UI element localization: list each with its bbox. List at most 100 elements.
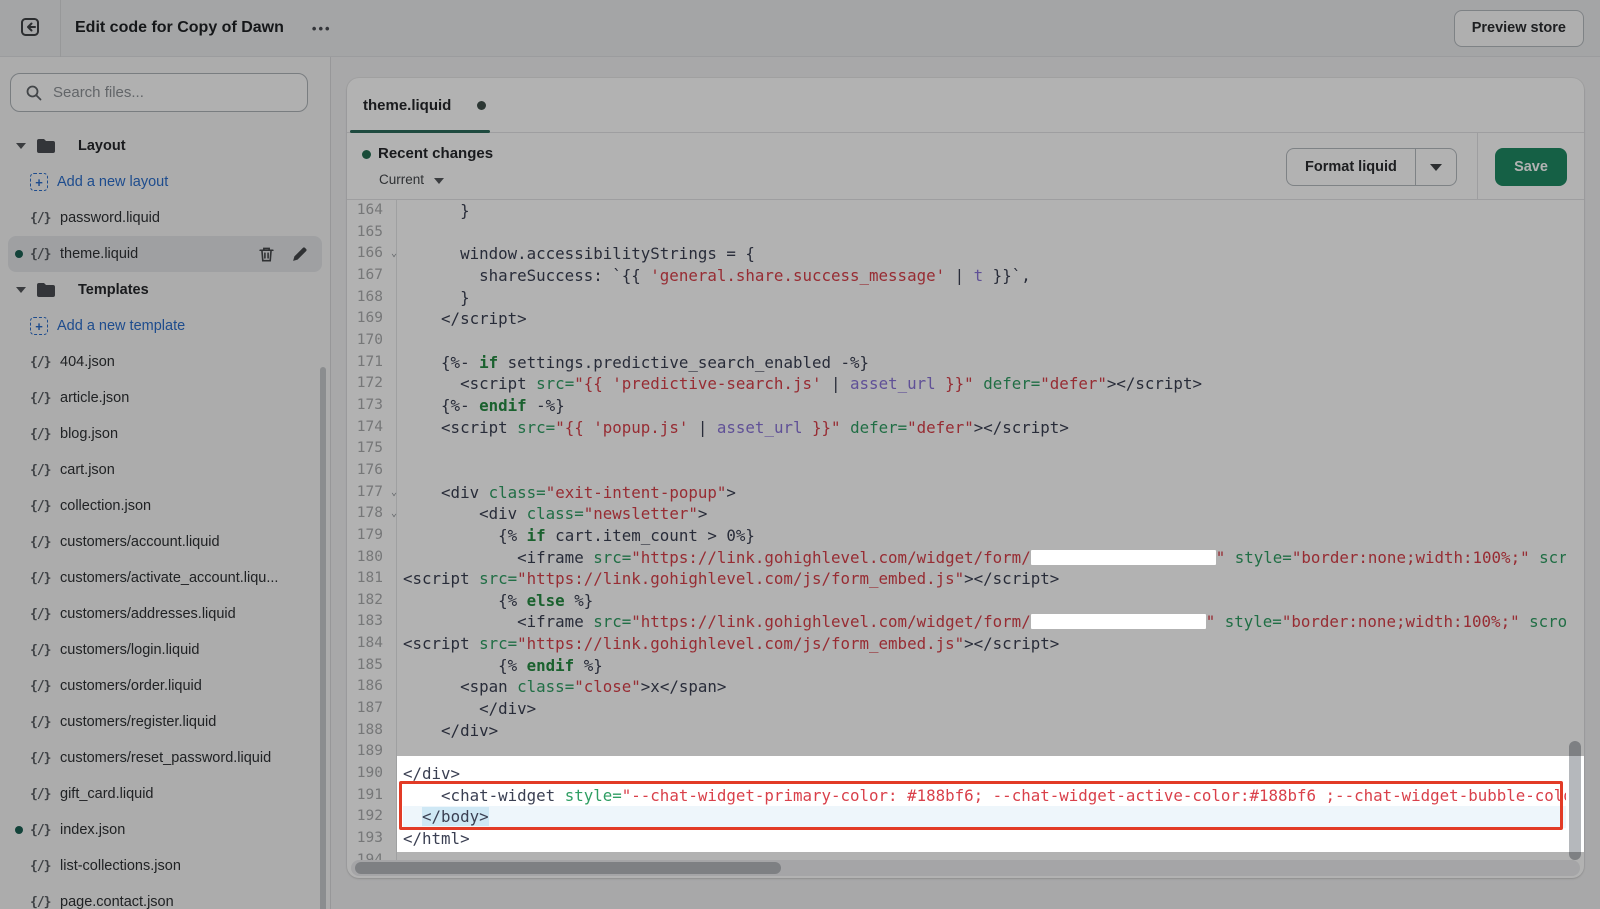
- exit-editor-button[interactable]: [10, 8, 50, 48]
- code-line-186[interactable]: <span class="close">x</span>: [403, 676, 1566, 698]
- fold-toggle-icon[interactable]: ⌄: [391, 243, 397, 265]
- code-line-190[interactable]: </div>: [403, 763, 1566, 785]
- code-line-187[interactable]: </div>: [403, 698, 1566, 720]
- code-line-182[interactable]: {% else %}: [403, 590, 1566, 612]
- code-file-icon: {/}: [30, 463, 60, 478]
- fold-toggle-icon[interactable]: ⌄: [391, 482, 397, 504]
- line-number: 193: [357, 830, 383, 846]
- code-line-188[interactable]: </div>: [403, 720, 1566, 742]
- code-file-icon: {/}: [30, 355, 60, 370]
- code-line-165[interactable]: [403, 222, 1566, 244]
- sidebar-item-gift-card-liquid[interactable]: {/}gift_card.liquid: [0, 776, 330, 812]
- version-dropdown[interactable]: Current: [379, 172, 444, 187]
- code-line-176[interactable]: [403, 460, 1566, 482]
- code-line-167[interactable]: shareSuccess: `{{ 'general.share.success…: [403, 265, 1566, 287]
- item-label: Add a new template: [57, 318, 185, 334]
- sidebar-item-customers-addresses-liquid[interactable]: {/}customers/addresses.liquid: [0, 596, 330, 632]
- sidebar-item-customers-reset-password-liquid[interactable]: {/}customers/reset_password.liquid: [0, 740, 330, 776]
- code-line-189[interactable]: [403, 741, 1566, 763]
- more-actions-menu[interactable]: •••: [306, 15, 338, 42]
- editor-vertical-scrollbar[interactable]: [1569, 741, 1581, 860]
- code-line-191[interactable]: <chat-widget style="--chat-widget-primar…: [403, 785, 1566, 807]
- sidebar-item-customers-order-liquid[interactable]: {/}customers/order.liquid: [0, 668, 330, 704]
- code-line-169[interactable]: </script>: [403, 308, 1566, 330]
- sidebar-item-404-json[interactable]: {/}404.json: [0, 344, 330, 380]
- code-line-178[interactable]: <div class="newsletter">: [403, 503, 1566, 525]
- sidebar-scrollbar[interactable]: [320, 367, 326, 909]
- redaction-block: [1031, 550, 1216, 565]
- line-number: 166: [357, 245, 383, 261]
- sidebar-item-index-json[interactable]: {/}index.json: [0, 812, 330, 848]
- recent-changes-label[interactable]: Recent changes: [378, 145, 493, 162]
- sidebar-item-customers-activate-account-liqu[interactable]: {/}customers/activate_account.liqu...: [0, 560, 330, 596]
- unsaved-changes-dot: [477, 101, 486, 110]
- search-input[interactable]: [53, 84, 283, 101]
- code-line-183[interactable]: <iframe src="https://link.gohighlevel.co…: [403, 611, 1566, 633]
- format-liquid-dropdown[interactable]: [1415, 148, 1457, 186]
- sidebar-item-customers-register-liquid[interactable]: {/}customers/register.liquid: [0, 704, 330, 740]
- sidebar-item-collection-json[interactable]: {/}collection.json: [0, 488, 330, 524]
- sidebar-item-blog-json[interactable]: {/}blog.json: [0, 416, 330, 452]
- sidebar-item-article-json[interactable]: {/}article.json: [0, 380, 330, 416]
- folder-layout[interactable]: Layout: [0, 128, 330, 164]
- code-line-185[interactable]: {% endif %}: [403, 655, 1566, 677]
- editor-toolbar: Recent changes Current Format liquid Sav…: [347, 133, 1584, 200]
- disclosure-caret-icon[interactable]: [16, 287, 26, 293]
- exit-left-icon: [18, 15, 42, 42]
- editor-horizontal-scrollbar-track[interactable]: [351, 860, 1580, 876]
- editor-horizontal-scrollbar-thumb[interactable]: [355, 862, 781, 874]
- disclosure-caret-icon[interactable]: [16, 143, 26, 149]
- chevron-down-icon: [1430, 164, 1442, 171]
- delete-file-button[interactable]: [258, 246, 275, 263]
- action-add-a-new-layout[interactable]: +Add a new layout: [0, 164, 330, 200]
- line-number: 168: [357, 289, 383, 305]
- code-file-icon: {/}: [30, 499, 60, 514]
- sidebar-item-theme-liquid[interactable]: {/}theme.liquid: [8, 236, 322, 272]
- item-label: customers/account.liquid: [60, 534, 220, 550]
- sidebar-item-customers-login-liquid[interactable]: {/}customers/login.liquid: [0, 632, 330, 668]
- sidebar-item-password-liquid[interactable]: {/}password.liquid: [0, 200, 330, 236]
- sidebar-item-page-contact-json[interactable]: {/}page.contact.json: [0, 884, 330, 909]
- code-line-181[interactable]: <script src="https://link.gohighlevel.co…: [403, 568, 1566, 590]
- code-line-172[interactable]: <script src="{{ 'predictive-search.js' |…: [403, 373, 1566, 395]
- code-line-194[interactable]: [403, 850, 1566, 860]
- folder-icon: [36, 282, 67, 298]
- unsaved-dot: [15, 826, 23, 834]
- code-content[interactable]: } window.accessibilityStrings = { shareS…: [403, 200, 1566, 860]
- code-line-193[interactable]: </html>: [403, 828, 1566, 850]
- item-label: index.json: [60, 822, 125, 838]
- code-line-192[interactable]: </body>: [403, 806, 1566, 828]
- code-file-icon: {/}: [30, 427, 60, 442]
- chevron-down-icon: [434, 178, 444, 184]
- file-search-box[interactable]: [10, 73, 308, 112]
- rename-file-button[interactable]: [291, 246, 308, 263]
- file-actions: [258, 236, 308, 272]
- code-line-180[interactable]: <iframe src="https://link.gohighlevel.co…: [403, 547, 1566, 569]
- code-line-164[interactable]: }: [403, 200, 1566, 222]
- tab-theme-liquid[interactable]: theme.liquid: [363, 78, 486, 133]
- sidebar-item-customers-account-liquid[interactable]: {/}customers/account.liquid: [0, 524, 330, 560]
- code-line-177[interactable]: <div class="exit-intent-popup">: [403, 482, 1566, 504]
- code-file-icon: {/}: [30, 643, 60, 658]
- format-liquid-button[interactable]: Format liquid: [1286, 148, 1415, 186]
- item-label: customers/reset_password.liquid: [60, 750, 271, 766]
- action-add-a-new-template[interactable]: +Add a new template: [0, 308, 330, 344]
- code-file-icon: {/}: [30, 607, 60, 622]
- editor-panel: theme.liquid Recent changes Current Form…: [347, 78, 1584, 878]
- code-line-166[interactable]: window.accessibilityStrings = {: [403, 243, 1566, 265]
- code-editor[interactable]: 164165166⌄167168169170171172173174175176…: [347, 200, 1584, 878]
- sidebar-item-cart-json[interactable]: {/}cart.json: [0, 452, 330, 488]
- code-line-171[interactable]: {%- if settings.predictive_search_enable…: [403, 352, 1566, 374]
- preview-store-button[interactable]: Preview store: [1454, 10, 1584, 47]
- code-line-184[interactable]: <script src="https://link.gohighlevel.co…: [403, 633, 1566, 655]
- code-line-175[interactable]: [403, 438, 1566, 460]
- sidebar-item-list-collections-json[interactable]: {/}list-collections.json: [0, 848, 330, 884]
- code-line-173[interactable]: {%- endif -%}: [403, 395, 1566, 417]
- folder-templates[interactable]: Templates: [0, 272, 330, 308]
- code-line-170[interactable]: [403, 330, 1566, 352]
- code-line-168[interactable]: }: [403, 287, 1566, 309]
- code-line-179[interactable]: {% if cart.item_count > 0%}: [403, 525, 1566, 547]
- code-line-174[interactable]: <script src="{{ 'popup.js' | asset_url }…: [403, 417, 1566, 439]
- save-button[interactable]: Save: [1495, 148, 1567, 186]
- fold-toggle-icon[interactable]: ⌄: [391, 503, 397, 525]
